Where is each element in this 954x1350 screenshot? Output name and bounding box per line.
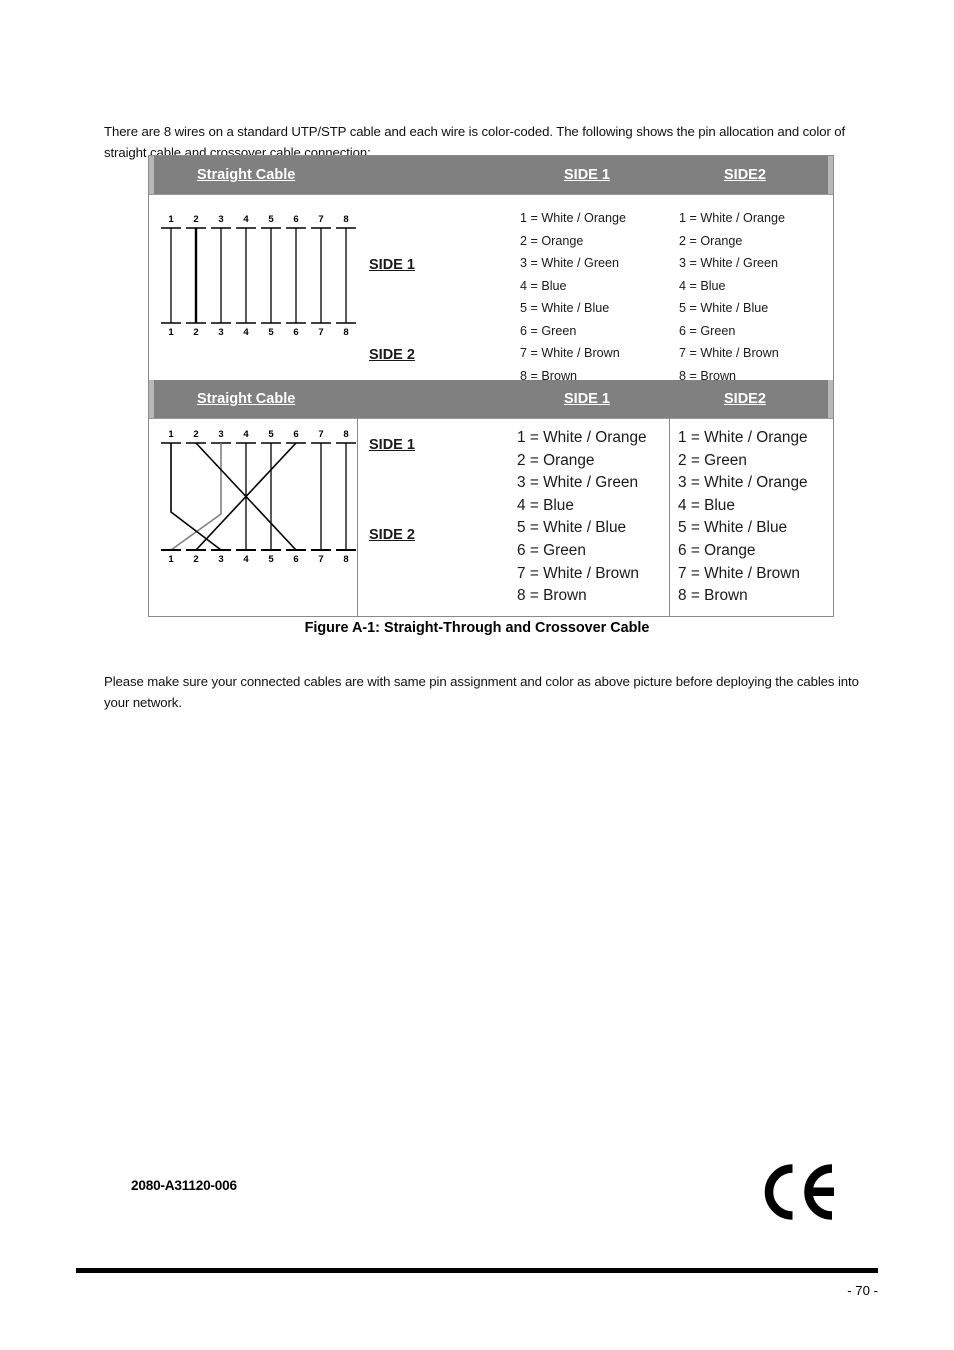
pin-entry: 3 = White / Green (679, 256, 779, 270)
pin-entry: 1 = White / Orange (679, 211, 786, 225)
svg-text:8: 8 (343, 429, 348, 440)
svg-text:2: 2 (193, 327, 198, 338)
svg-text:3: 3 (218, 554, 223, 565)
page-number: - 70 - (847, 1283, 878, 1298)
svg-text:1: 1 (168, 327, 174, 338)
svg-text:7: 7 (318, 554, 323, 565)
document-page: There are 8 wires on a standard UTP/STP … (0, 0, 954, 1350)
crossover-diagram-side1-label: SIDE 1 (369, 437, 415, 453)
svg-text:6: 6 (293, 429, 298, 440)
pin-entry: 4 = Blue (517, 496, 574, 514)
pin-entry: 2 = Orange (679, 233, 743, 248)
svg-text:3: 3 (218, 429, 223, 440)
pin-entry: 2 = Green (678, 451, 747, 469)
svg-text:4: 4 (243, 554, 249, 565)
pin-entry: 3 = White / Orange (678, 474, 808, 492)
crossover-cell-divider-left (357, 419, 358, 616)
pin-entry: 4 = Blue (679, 278, 726, 293)
crossover-side1-pin-list: 1 = White / Orange 2 = Orange 3 = White … (517, 427, 647, 608)
svg-text:3: 3 (218, 214, 223, 225)
pin-entry: 3 = White / Green (520, 256, 620, 270)
svg-text:5: 5 (268, 429, 274, 440)
svg-text:2: 2 (193, 429, 198, 440)
svg-text:5: 5 (268, 327, 274, 338)
pin-entry: 6 = Green (679, 323, 736, 338)
crossover-wiring-svg: 1 2 3 4 5 6 7 8 1 2 3 4 5 6 7 8 (161, 429, 356, 565)
straight-table-body: 1 2 3 4 5 6 7 8 1 2 3 4 5 6 7 8 SIDE 1 S… (149, 195, 833, 383)
straight-wiring-svg: 1 2 3 4 5 6 7 8 1 2 3 4 5 6 7 8 (161, 214, 356, 338)
svg-text:6: 6 (293, 214, 298, 225)
pin-entry: 1 = White / Orange (517, 429, 647, 446)
svg-text:4: 4 (243, 327, 249, 338)
svg-text:5: 5 (268, 214, 274, 225)
svg-text:7: 7 (318, 327, 323, 338)
pin-entry: 6 = Orange (678, 541, 756, 559)
pin-entry: 1 = White / Orange (520, 211, 627, 225)
svg-text:4: 4 (243, 214, 249, 225)
svg-text:8: 8 (343, 327, 348, 338)
crossover-header-side1: SIDE 1 (564, 391, 610, 407)
pin-entry: 1 = White / Orange (678, 429, 808, 446)
svg-text:2: 2 (193, 554, 198, 565)
svg-text:1: 1 (168, 554, 174, 565)
pin-entry: 8 = Brown (517, 587, 587, 605)
svg-text:2: 2 (193, 214, 198, 225)
cable-pinout-table: Straight Cable SIDE 1 SIDE2 1 2 3 4 5 6 … (148, 155, 834, 617)
crossover-table-header: Straight Cable SIDE 1 SIDE2 (149, 380, 833, 419)
svg-text:3: 3 (218, 327, 223, 338)
svg-text:4: 4 (243, 429, 249, 440)
figure-caption: Figure A-1: Straight-Through and Crossov… (304, 620, 650, 636)
svg-text:8: 8 (343, 214, 348, 225)
straight-cable-diagram: 1 2 3 4 5 6 7 8 1 2 3 4 5 6 7 8 SIDE 1 S… (157, 195, 415, 385)
straight-side1-pin-list: 1 = White / Orange 2 = Orange 3 = White … (520, 207, 626, 387)
footer-divider (76, 1268, 878, 1273)
straight-diagram-side1-label: SIDE 1 (369, 257, 415, 273)
crossover-diagram-side2-label: SIDE 2 (369, 527, 415, 543)
pin-entry: 7 = White / Brown (520, 346, 620, 360)
pin-entry: 7 = White / Brown (517, 564, 639, 582)
svg-text:1: 1 (168, 214, 174, 225)
pin-entry: 7 = White / Brown (678, 564, 800, 582)
straight-diagram-side2-label: SIDE 2 (369, 347, 415, 363)
part-number: 2080-A31120-006 (131, 1178, 237, 1193)
pin-entry: 8 = Brown (678, 587, 748, 605)
pin-entry: 5 = White / Blue (678, 519, 788, 537)
svg-text:8: 8 (343, 554, 348, 565)
crossover-table-body: 1 2 3 4 5 6 7 8 1 2 3 4 5 6 7 8 SIDE 1 S… (149, 419, 833, 616)
pin-entry: 5 = White / Blue (517, 519, 627, 537)
crossover-side2-pin-list: 1 = White / Orange 2 = Green 3 = White /… (678, 427, 808, 608)
pin-entry: 2 = Orange (520, 233, 584, 248)
svg-text:1: 1 (168, 429, 174, 440)
ce-logo-svg (764, 1164, 834, 1220)
svg-text:7: 7 (318, 429, 323, 440)
straight-side2-pin-list: 1 = White / Orange 2 = Orange 3 = White … (679, 207, 785, 387)
crossover-cell-divider-mid (669, 419, 670, 616)
crossover-cable-diagram: 1 2 3 4 5 6 7 8 1 2 3 4 5 6 7 8 SIDE 1 S… (157, 419, 415, 621)
svg-text:6: 6 (293, 554, 298, 565)
straight-header-side1: SIDE 1 (564, 167, 610, 183)
pin-entry: 6 = Green (517, 541, 586, 559)
crossover-header-side2: SIDE2 (724, 391, 766, 407)
pin-entry: 5 = White / Blue (520, 301, 610, 315)
note-paragraph: Please make sure your connected cables a… (104, 674, 859, 711)
straight-table-header: Straight Cable SIDE 1 SIDE2 (149, 156, 833, 195)
crossover-header-title: Straight Cable (197, 391, 296, 407)
pin-entry: 5 = White / Blue (679, 301, 769, 315)
svg-text:6: 6 (293, 327, 298, 338)
straight-header-title: Straight Cable (197, 167, 296, 183)
svg-text:7: 7 (318, 214, 323, 225)
pin-entry: 2 = Orange (517, 451, 595, 469)
pin-entry: 7 = White / Brown (679, 346, 779, 360)
pin-entry: 4 = Blue (678, 496, 735, 514)
straight-header-side2: SIDE2 (724, 167, 766, 183)
pin-entry: 4 = Blue (520, 278, 567, 293)
ce-mark-icon (762, 1163, 836, 1226)
svg-text:5: 5 (268, 554, 274, 565)
pin-entry: 3 = White / Green (517, 474, 639, 492)
pin-entry: 6 = Green (520, 323, 577, 338)
